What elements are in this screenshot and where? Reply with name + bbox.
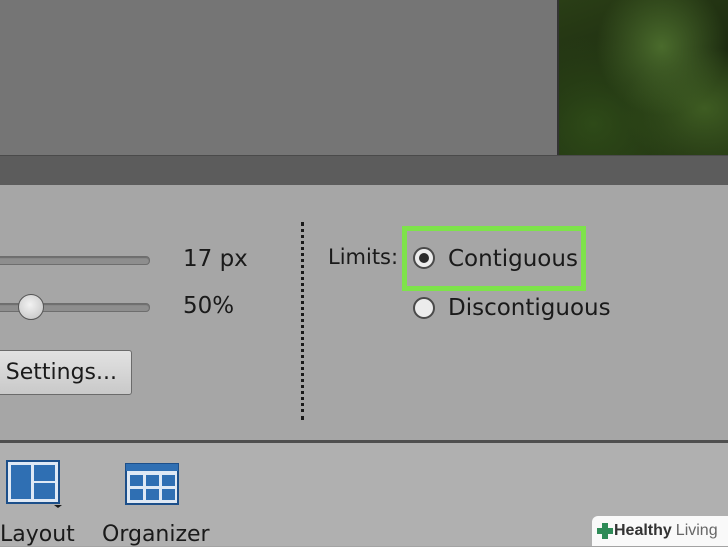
contiguous-radio[interactable] (413, 247, 435, 269)
healthy-living-watermark: Healthy Living (592, 516, 728, 546)
layout-label[interactable]: Layout (0, 522, 75, 547)
plus-logo-icon (597, 523, 613, 539)
panel-separator-bar (0, 155, 728, 186)
discontiguous-radio[interactable] (413, 297, 435, 319)
size-slider[interactable] (0, 256, 150, 265)
tolerance-slider-thumb[interactable] (18, 294, 44, 320)
limits-label: Limits: (328, 245, 399, 269)
organizer-icon[interactable] (125, 463, 181, 507)
image-canvas (0, 0, 728, 155)
watermark-brand-bold: Healthy (614, 522, 672, 539)
tool-options-panel (0, 185, 728, 440)
layout-icon[interactable] (6, 460, 64, 508)
watermark-brand-light: Living (675, 522, 718, 539)
tolerance-value: 50% (183, 293, 235, 319)
photo-thumbnail (557, 0, 728, 155)
brush-settings-button[interactable]: Settings... (0, 350, 132, 395)
contiguous-label[interactable]: Contiguous (448, 246, 578, 272)
size-value: 17 px (183, 246, 248, 272)
section-divider (301, 222, 304, 420)
discontiguous-label[interactable]: Discontiguous (448, 295, 611, 321)
organizer-label[interactable]: Organizer (102, 522, 210, 547)
